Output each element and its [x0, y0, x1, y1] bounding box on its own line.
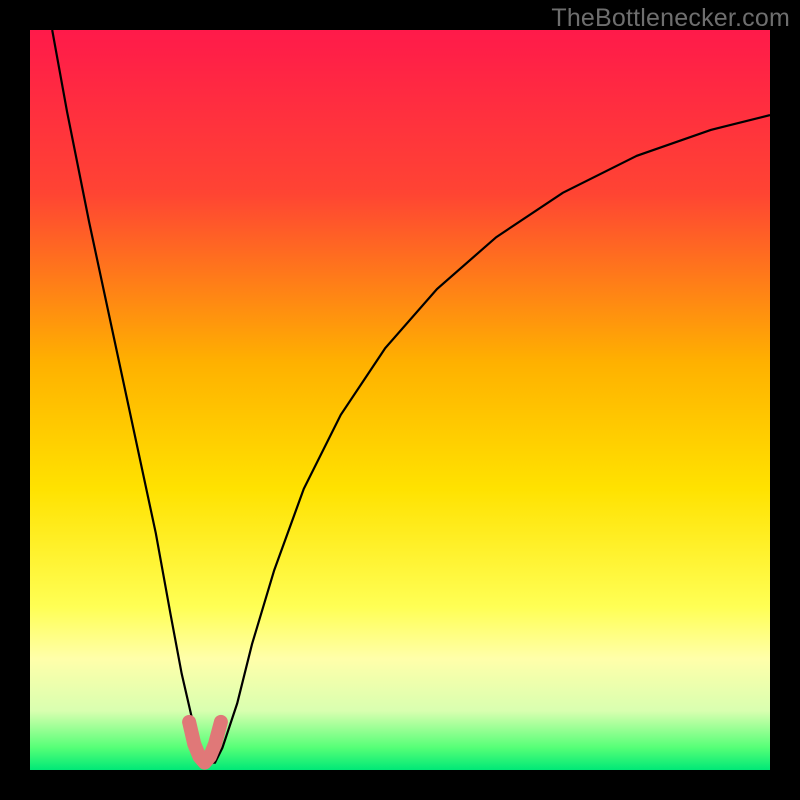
chart-background — [30, 30, 770, 770]
chart-svg — [30, 30, 770, 770]
watermark-text: TheBottlenecker.com — [551, 4, 790, 33]
plot-area — [30, 30, 770, 770]
chart-frame: TheBottlenecker.com — [0, 0, 800, 800]
